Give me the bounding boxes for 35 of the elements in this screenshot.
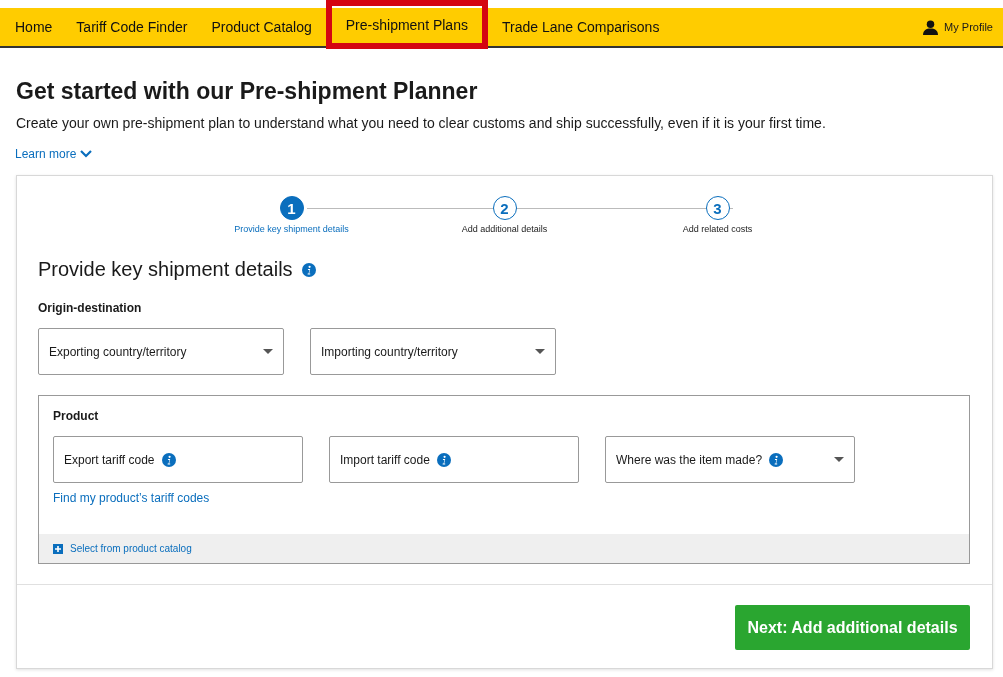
nav-tab[interactable]: Tariff Code Finder <box>66 8 198 46</box>
step-number[interactable]: 3 <box>705 196 730 220</box>
nav-tab[interactable]: Trade Lane Comparisons <box>491 8 670 46</box>
step-label: Add additional details <box>461 224 548 234</box>
dropdown-field[interactable]: Importing country/territory <box>310 328 556 375</box>
step-label: Add related costs <box>682 224 753 234</box>
info-icon[interactable] <box>301 262 316 277</box>
input-field[interactable]: Export tariff code <box>53 436 303 483</box>
input-field[interactable]: Import tariff code <box>329 436 579 483</box>
nav-tab[interactable]: Pre-shipment Plans <box>325 0 488 49</box>
caret-icon <box>263 349 273 354</box>
nav-tab[interactable]: Product Catalog <box>201 8 322 46</box>
nav-tab[interactable]: Home <box>5 8 63 46</box>
info-icon[interactable] <box>436 452 451 467</box>
product-label: Product <box>53 409 100 423</box>
section-title: Provide key shipment details <box>38 258 293 281</box>
catalog-link[interactable]: Select from product catalog <box>70 543 192 554</box>
info-icon[interactable] <box>161 452 176 467</box>
profile-link[interactable]: My Profile <box>923 8 1003 46</box>
origin-destination-label: Origin-destination <box>38 301 143 315</box>
person-icon <box>923 19 939 35</box>
step-number[interactable]: 1 <box>279 196 304 220</box>
step-label: Provide key shipment details <box>234 224 349 234</box>
step-number[interactable]: 2 <box>492 196 517 220</box>
page-subtitle: Create your own pre-shipment plan to understand what you need to clear customs and ship successfully, even if it is your first time. <box>16 115 827 131</box>
plus-icon <box>53 543 63 554</box>
dropdown-field[interactable]: Where was the item made? <box>605 436 855 483</box>
page-title: Get started with our Pre-shipment Planner <box>16 78 479 105</box>
caret-icon <box>834 457 844 462</box>
tariff-codes-link[interactable]: Find my product’s tariff codes <box>53 491 210 505</box>
caret-icon <box>535 349 545 354</box>
dropdown-field[interactable]: Exporting country/territory <box>38 328 284 375</box>
chevron-down-icon <box>80 150 93 158</box>
learn-more-link[interactable]: Learn more <box>15 147 93 161</box>
info-icon[interactable] <box>769 452 784 467</box>
